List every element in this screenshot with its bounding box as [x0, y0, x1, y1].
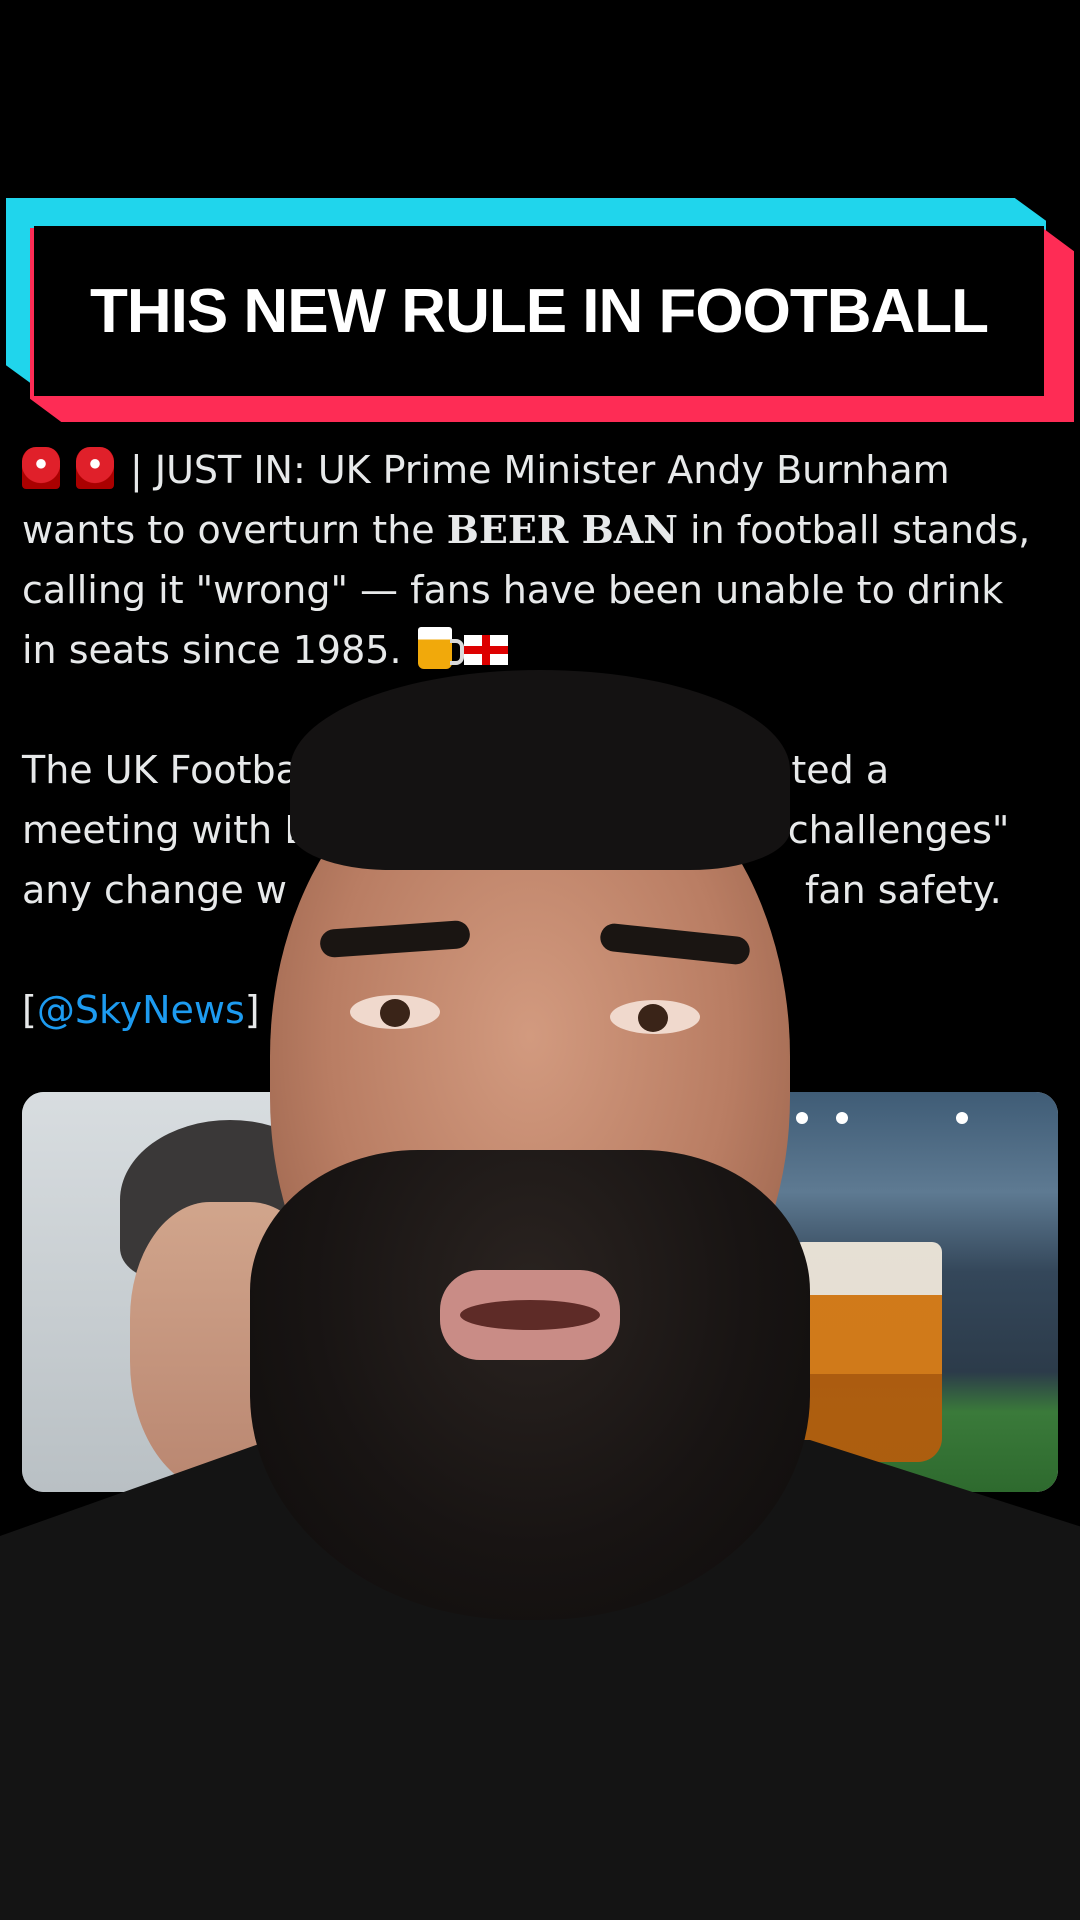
tweet-line-2-end: in football stands,	[677, 508, 1031, 552]
tweet-line-1: | JUST IN: UK Prime Minister Andy Burnha…	[130, 448, 950, 492]
presenter-beard	[250, 1150, 810, 1620]
headline-text: THIS NEW RULE IN FOOTBALL	[89, 276, 989, 346]
top-black-bar	[0, 0, 1080, 188]
tweet-line-3: calling it "wrong" — fans have been unab…	[22, 568, 1004, 612]
headline-banner: THIS NEW RULE IN FOOTBALL	[0, 188, 1080, 428]
presenter-overlay	[0, 650, 1080, 1920]
police-light-icon	[22, 447, 60, 489]
tweet-line-2-start: wants to overturn the	[22, 508, 447, 552]
police-light-icon	[76, 447, 114, 489]
beer-ban-text: BEER BAN	[446, 507, 678, 552]
presenter-right-eye	[610, 1000, 700, 1034]
tweet-paragraph-1: | JUST IN: UK Prime Minister Andy Burnha…	[22, 440, 1062, 680]
presenter-mouth	[440, 1270, 620, 1360]
presenter-hair	[290, 670, 790, 870]
presenter-left-eye	[350, 995, 440, 1029]
